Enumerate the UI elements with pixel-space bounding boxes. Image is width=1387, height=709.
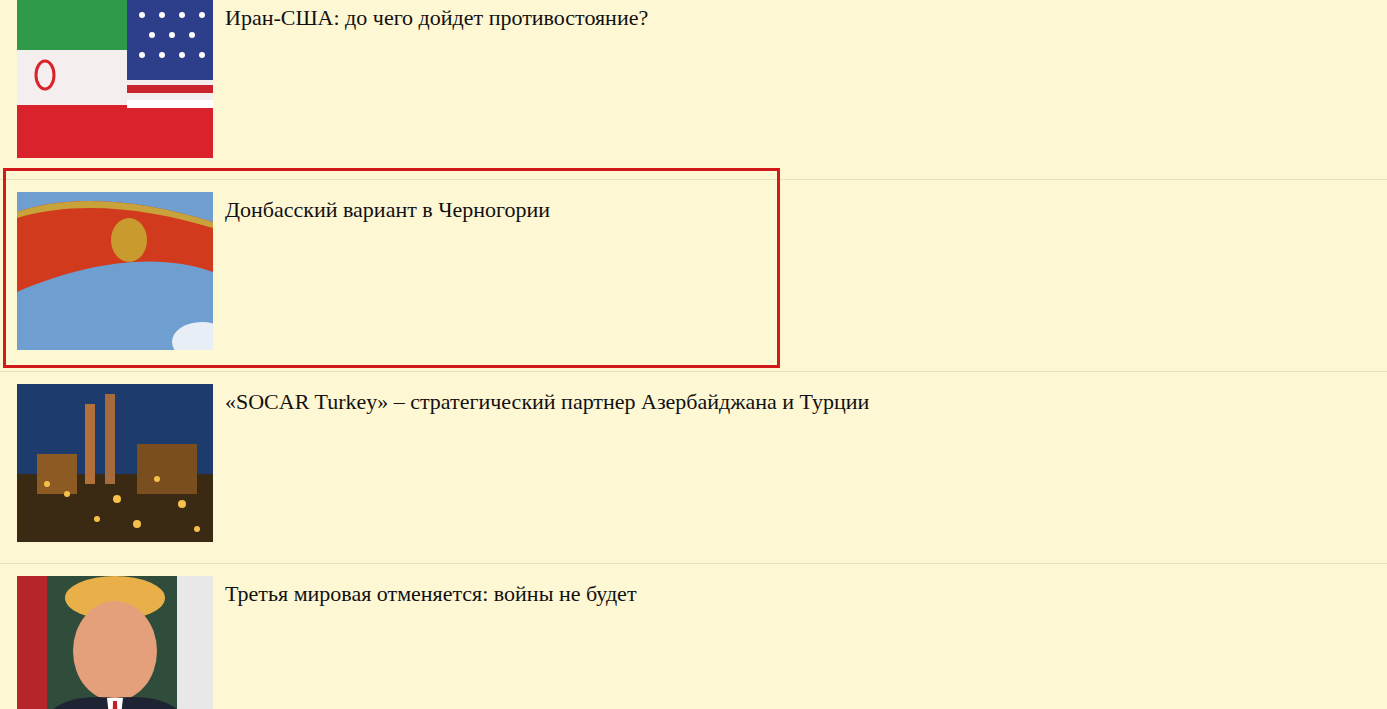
article-thumbnail[interactable] [17, 192, 213, 350]
article-row[interactable]: Третья мировая отменяется: войны не буде… [0, 564, 1387, 709]
article-title[interactable]: Третья мировая отменяется: войны не буде… [225, 576, 637, 608]
article-row[interactable]: Донбасский вариант в Черногории [0, 180, 1387, 372]
article-thumbnail[interactable] [17, 0, 213, 158]
article-row[interactable]: Иран-США: до чего дойдет противостояние? [0, 0, 1387, 180]
article-list: Иран-США: до чего дойдет противостояние?… [0, 0, 1387, 709]
article-row[interactable]: «SOCAR Turkey» – стратегический партнер … [0, 372, 1387, 564]
article-title[interactable]: Донбасский вариант в Черногории [225, 192, 550, 224]
article-thumbnail[interactable] [17, 576, 213, 709]
article-title[interactable]: «SOCAR Turkey» – стратегический партнер … [225, 384, 869, 416]
article-thumbnail[interactable] [17, 384, 213, 542]
highlight-frame [3, 168, 780, 368]
article-title[interactable]: Иран-США: до чего дойдет противостояние? [225, 0, 648, 32]
